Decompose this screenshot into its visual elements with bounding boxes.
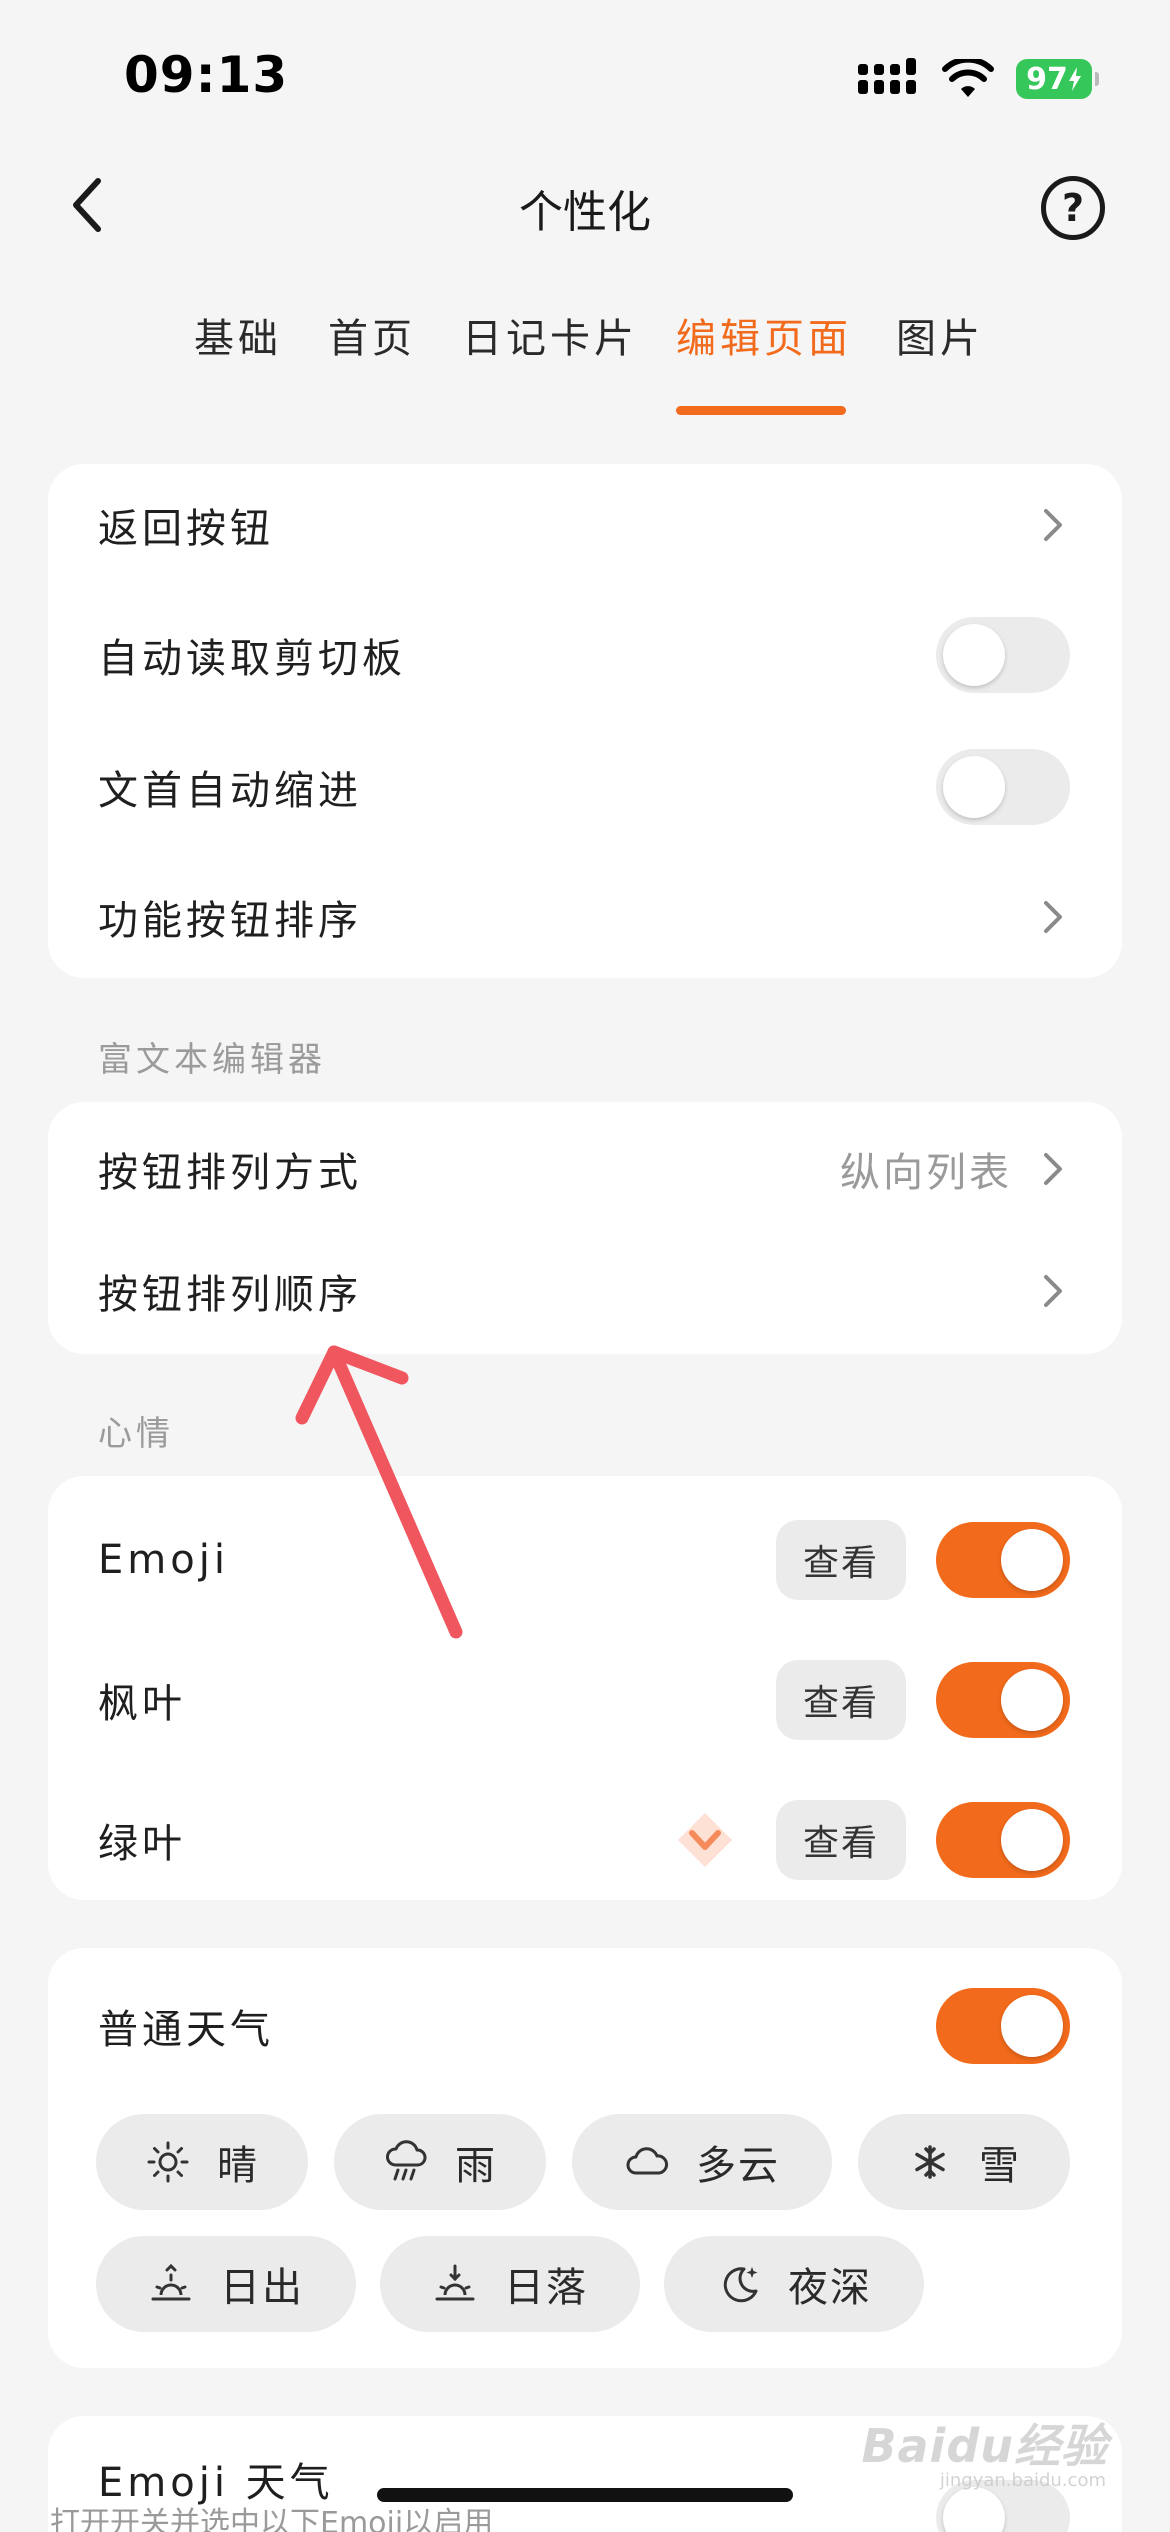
rich-editor-card: 按钮排列方式 纵向列表 按钮排列顺序 xyxy=(48,1102,1122,1354)
toggle-knob xyxy=(1001,1995,1063,2057)
chevron-right-icon xyxy=(1044,1275,1062,1307)
chevron-right-icon xyxy=(1044,1153,1062,1185)
weather-row: 普通天气 xyxy=(48,1968,1122,2084)
weather-chip-label: 雪 xyxy=(979,2143,1021,2189)
weather-chip-label: 多云 xyxy=(696,2143,780,2189)
mood-emoji-row: Emoji 查看 xyxy=(48,1502,1122,1618)
sunset-icon xyxy=(435,2264,475,2301)
mood-maple-row: 枫叶 查看 xyxy=(48,1642,1122,1758)
sunrise-icon xyxy=(151,2263,191,2301)
status-icons: 97 xyxy=(858,54,1099,104)
mood-maple-view-button[interactable]: 查看 xyxy=(776,1660,906,1740)
auto-indent-toggle[interactable] xyxy=(936,749,1070,825)
weather-chip-label: 日落 xyxy=(504,2265,588,2311)
mood-section-label: 心情 xyxy=(98,1414,174,1454)
weather-chip-rain[interactable]: 雨 xyxy=(334,2114,546,2210)
baidu-watermark-site: jingyan.baidu.com xyxy=(939,2470,1106,2491)
auto-clipboard-row: 自动读取剪切板 xyxy=(48,600,1122,710)
weather-chip-label: 日出 xyxy=(220,2265,304,2311)
weather-toggle[interactable] xyxy=(936,1988,1070,2064)
tab-bar: 基础 首页 日记卡片 编辑页面 图片 xyxy=(0,306,1170,416)
weather-chip-sunrise[interactable]: 日出 xyxy=(96,2236,356,2332)
question-mark-icon: ? xyxy=(1061,186,1085,230)
toggle-knob xyxy=(943,2487,1005,2532)
weather-chip-label: 夜深 xyxy=(788,2265,872,2311)
tab-images[interactable]: 图片 xyxy=(896,306,984,364)
mood-emoji-label: Emoji xyxy=(98,1537,229,1583)
mood-green-leaf-label: 绿叶 xyxy=(98,1821,186,1867)
mood-maple-label: 枫叶 xyxy=(98,1681,186,1727)
weather-chip-snow[interactable]: 雪 xyxy=(858,2114,1070,2210)
button-layout-row[interactable]: 按钮排列方式 纵向列表 xyxy=(48,1114,1122,1224)
emoji-weather-hint: 打开开关并选中以下Emoji以启用 xyxy=(50,2506,494,2532)
premium-diamond-icon xyxy=(678,1813,732,1867)
auto-clipboard-label: 自动读取剪切板 xyxy=(98,636,406,682)
weather-label: 普通天气 xyxy=(98,2007,274,2053)
chevron-right-icon xyxy=(1044,901,1062,933)
active-tab-indicator xyxy=(676,406,846,415)
battery-level: 97 xyxy=(1026,61,1068,97)
button-layout-value: 纵向列表 xyxy=(840,1150,1012,1196)
home-indicator[interactable] xyxy=(377,2488,793,2502)
snowflake-icon xyxy=(915,2145,945,2179)
status-time: 09:13 xyxy=(124,46,289,104)
mood-emoji-view-button[interactable]: 查看 xyxy=(776,1520,906,1600)
help-button[interactable]: ? xyxy=(1041,176,1105,240)
charging-bolt-icon xyxy=(1068,67,1081,91)
back-button-setting-label: 返回按钮 xyxy=(98,506,274,552)
general-settings-card: 返回按钮 自动读取剪切板 文首自动缩进 功能按钮排序 xyxy=(48,464,1122,978)
weather-chip-night[interactable]: 夜深 xyxy=(664,2236,924,2332)
tab-basic[interactable]: 基础 xyxy=(194,306,282,364)
weather-chip-cloudy[interactable]: 多云 xyxy=(572,2114,832,2210)
tab-edit-page[interactable]: 编辑页面 xyxy=(676,306,852,364)
weather-chip-sunny[interactable]: 晴 xyxy=(96,2114,308,2210)
baidu-watermark: Baidu经验 xyxy=(861,2419,1108,2473)
button-order-row[interactable]: 按钮排列顺序 xyxy=(48,1236,1122,1346)
toggle-knob xyxy=(1001,1809,1063,1871)
weather-card: 普通天气 晴 雨 多云 雪 日出 日落 夜深 xyxy=(48,1948,1122,2368)
tab-diary-card[interactable]: 日记卡片 xyxy=(462,306,638,364)
chevron-right-icon xyxy=(1044,509,1062,541)
function-order-row[interactable]: 功能按钮排序 xyxy=(48,862,1122,972)
mood-emoji-toggle[interactable] xyxy=(936,1522,1070,1598)
weather-chip-label: 晴 xyxy=(217,2143,259,2189)
rich-editor-section-label: 富文本编辑器 xyxy=(98,1040,326,1080)
auto-clipboard-toggle[interactable] xyxy=(936,617,1070,693)
button-order-label: 按钮排列顺序 xyxy=(98,1272,362,1318)
button-layout-label: 按钮排列方式 xyxy=(98,1150,362,1196)
weather-chip-label: 雨 xyxy=(455,2143,497,2189)
wifi-icon xyxy=(942,59,994,97)
function-order-label: 功能按钮排序 xyxy=(98,898,362,944)
battery-indicator: 97 xyxy=(1016,59,1099,99)
toggle-knob xyxy=(943,756,1005,818)
back-button-setting-row[interactable]: 返回按钮 xyxy=(48,470,1122,580)
rain-icon xyxy=(386,2140,427,2181)
mood-green-leaf-view-button[interactable]: 查看 xyxy=(776,1800,906,1880)
sun-icon xyxy=(147,2141,189,2183)
page-title: 个性化 xyxy=(519,187,651,238)
weather-chip-sunset[interactable]: 日落 xyxy=(380,2236,640,2332)
cloud-icon xyxy=(626,2147,668,2175)
toggle-knob xyxy=(1001,1529,1063,1591)
auto-indent-label: 文首自动缩进 xyxy=(98,768,362,814)
cellular-signal-icon xyxy=(858,58,916,94)
tab-home[interactable]: 首页 xyxy=(328,306,416,364)
toggle-knob xyxy=(1001,1669,1063,1731)
toggle-knob xyxy=(943,624,1005,686)
mood-card: Emoji 查看 枫叶 查看 绿叶 查看 xyxy=(48,1476,1122,1900)
mood-green-leaf-row: 绿叶 查看 xyxy=(48,1782,1122,1898)
mood-maple-toggle[interactable] xyxy=(936,1662,1070,1738)
moon-icon xyxy=(723,2267,758,2303)
auto-indent-row: 文首自动缩进 xyxy=(48,732,1122,842)
mood-green-leaf-toggle[interactable] xyxy=(936,1802,1070,1878)
